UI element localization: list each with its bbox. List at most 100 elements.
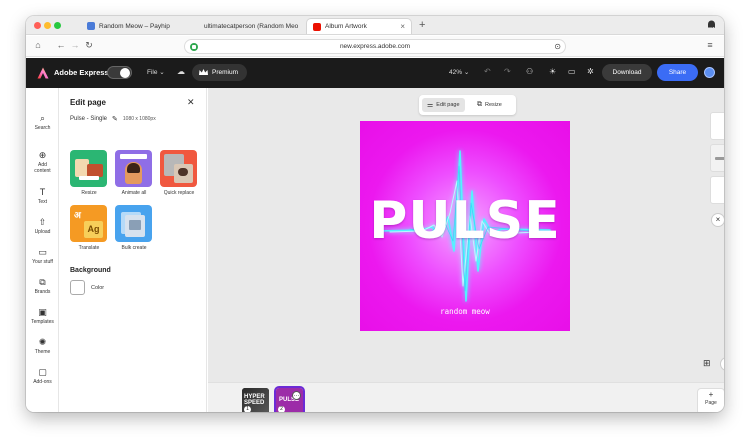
ideas-lightbulb-icon[interactable]: ☀ [549,67,556,76]
left-rail: ⌕ Search ⊕ Add content T Text ⇧ Upload ▭… [26,88,59,412]
thumb-text: HYPER SPEED [244,394,265,406]
file-menu-button[interactable]: File ⌄ [147,68,165,76]
reload-icon[interactable]: ↻ [83,40,95,51]
minimize-window-button[interactable] [44,22,51,29]
page-action-icon[interactable]: ⊙ [554,42,561,51]
rail-label: Add-ons [33,379,52,385]
rail-item-brands[interactable]: ⧉ Brands [26,277,59,295]
payhip-favicon-icon [87,22,95,30]
new-tab-icon[interactable]: + [419,19,425,31]
close-thumbnails-icon[interactable]: × [711,213,724,227]
chevron-down-icon[interactable]: ⌄ [720,357,724,371]
tool-label: Translate [78,245,100,251]
back-icon[interactable]: ← [55,40,67,50]
menu-icon[interactable]: ≡ [704,40,716,50]
page-thumbnail-blank[interactable] [710,112,724,140]
canvas-toolbar: ⚌ Edit page ⧉ Resize [419,95,516,115]
canvas-area: ⚌ Edit page ⧉ Resize PULSE random meow ×… [208,88,724,382]
folder-icon: ▭ [38,247,47,257]
add-page-label: Page [705,400,717,406]
rail-item-text[interactable]: T Text [26,187,59,205]
crown-icon [199,69,208,75]
rail-label: Theme [34,349,51,355]
panel-title: Edit page [70,98,107,107]
page-thumb-hyper-speed[interactable]: HYPER SPEED 1 [242,388,269,412]
theme-toggle[interactable] [107,66,132,79]
close-tab-icon[interactable]: × [400,22,405,31]
rail-label: Your stuff [32,259,53,265]
rail-item-search[interactable]: ⌕ Search [26,113,59,131]
page-thumb-pulse[interactable]: PULSE … 2 [274,386,305,412]
translate-tool-tile[interactable]: अ Ag [70,205,107,242]
rail-item-your-stuff[interactable]: ▭ Your stuff [26,247,59,265]
app-brand-name: Adobe Express [54,68,109,77]
rail-item-add-content[interactable]: ⊕ Add content [26,150,59,174]
addons-icon: ▢ [38,367,47,377]
sliders-icon: ⚌ [427,102,434,109]
page-thumbnail-3[interactable]: ⊟ [710,176,724,204]
rail-item-add-ons[interactable]: ▢ Add-ons [26,367,59,385]
page-number-badge: 2 [278,406,285,412]
browser-nav-bar: ⌂ ← → ↻ new.express.adobe.com ⊙ ≡ [26,36,724,57]
forward-icon[interactable]: → [69,40,81,50]
bulk-create-tool-tile[interactable] [115,205,152,242]
browser-tab-payhip[interactable]: Random Meow – Payhip [81,18,187,34]
artboard[interactable]: PULSE random meow [360,121,570,331]
plus-icon: + [708,390,714,399]
resize-label: Resize [485,102,502,108]
color-label: Color [91,285,105,291]
resize-button[interactable]: ⧉ Resize [472,98,507,112]
comment-icon[interactable]: ▭ [568,67,576,76]
undo-icon[interactable]: ↶ [484,67,491,76]
redo-icon[interactable]: ↷ [504,67,511,76]
tool-label: Quick replace [163,190,195,196]
page-thumbnail-2[interactable] [710,144,724,172]
browser-tab-github[interactable]: ultimatecatperson (Random Meo [194,18,302,34]
close-window-button[interactable] [34,22,41,29]
activity-icon[interactable]: ✲ [587,67,594,76]
rename-pencil-icon[interactable]: ✎ [112,115,118,123]
artwork-subtitle: random meow [440,307,490,316]
tab-title: Random Meow – Payhip [99,22,170,30]
download-button[interactable]: Download [602,64,652,81]
address-bar[interactable]: new.express.adobe.com ⊙ [184,39,566,54]
search-icon: ⌕ [39,113,46,123]
upload-icon: ⇧ [38,217,47,227]
background-color-swatch[interactable] [70,280,85,295]
cloud-icon[interactable]: ☁ [177,67,185,76]
app-header: Adobe Express File ⌄ ☁ Premium 42% ⌄ ↶ ↷… [26,58,724,88]
adobe-express-favicon-icon [313,22,321,31]
add-page-button[interactable]: + Page [697,388,724,412]
resize-icon: ⧉ [477,101,482,108]
page-size: 1080 x 1080px [122,116,156,122]
browser-tab-album-artwork[interactable]: Album Artwork × [306,18,412,34]
page-filmstrip: HYPER SPEED 1 PULSE … 2 + Page [208,382,724,412]
rail-label: Upload [34,229,51,235]
close-panel-icon[interactable]: ✕ [187,97,195,108]
theme-icon: ✺ [38,337,47,347]
rail-item-templates[interactable]: ▣ Templates [26,307,59,325]
quick-replace-tool-tile[interactable] [160,150,197,187]
brands-icon: ⧉ [39,277,46,287]
tab-title: Album Artwork [325,23,367,30]
rail-label: Templates [31,319,54,325]
toggle-knob [120,68,130,78]
adobe-express-logo-icon [37,67,49,79]
animate-all-tool-tile[interactable] [115,150,152,187]
page-name: Pulse - Single [70,116,108,122]
rail-item-theme[interactable]: ✺ Theme [26,337,59,355]
private-browsing-icon [707,20,716,31]
rail-item-upload[interactable]: ⇧ Upload [26,217,59,235]
page-number-badge: 1 [244,406,251,412]
user-avatar[interactable] [704,67,715,78]
premium-button[interactable]: Premium [192,64,248,81]
comment-bubble-icon[interactable]: … [292,391,301,400]
resize-tool-tile[interactable] [70,150,107,187]
share-button[interactable]: Share [657,64,698,81]
collaborate-icon[interactable]: ⚇ [526,67,533,76]
home-icon[interactable]: ⌂ [32,40,44,50]
grid-view-icon[interactable]: ⊞ [703,358,711,369]
zoom-level[interactable]: 42% ⌄ [449,68,469,76]
edit-page-button[interactable]: ⚌ Edit page [422,98,465,112]
maximize-window-button[interactable] [54,22,61,29]
